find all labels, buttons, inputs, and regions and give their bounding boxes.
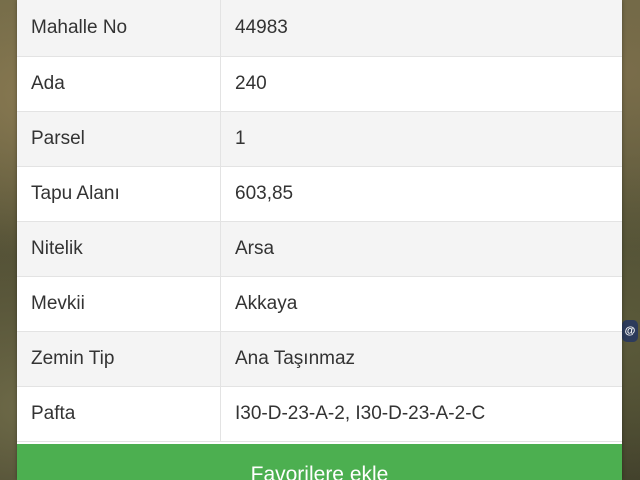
row-label-mahalle-no: Mahalle No	[17, 0, 221, 57]
row-value-mahalle-no: 44983	[220, 0, 622, 57]
table-row: Ada 240	[17, 56, 622, 112]
table-row: Nitelik Arsa	[17, 221, 622, 277]
row-label-pafta: Pafta	[17, 386, 221, 442]
table-row: Pafta I30-D-23-A-2, I30-D-23-A-2-C	[17, 386, 622, 442]
row-value-mevkii: Akkaya	[220, 276, 622, 332]
parcel-info-table: Mahalle No 44983 Ada 240 Parsel 1 Tapu A…	[17, 0, 622, 442]
table-row: Mahalle No 44983	[17, 0, 622, 57]
row-value-pafta: I30-D-23-A-2, I30-D-23-A-2-C	[220, 386, 622, 442]
add-to-favorites-button[interactable]: Favorilere ekle	[17, 444, 622, 480]
row-label-tapu-alani: Tapu Alanı	[17, 166, 221, 222]
row-label-parsel: Parsel	[17, 111, 221, 167]
row-label-mevkii: Mevkii	[17, 276, 221, 332]
parcel-info-panel: Mahalle No 44983 Ada 240 Parsel 1 Tapu A…	[17, 0, 622, 480]
row-label-ada: Ada	[17, 56, 221, 112]
table-row: Parsel 1	[17, 111, 622, 167]
row-value-zemin-tip: Ana Taşınmaz	[220, 331, 622, 387]
row-value-parsel: 1	[220, 111, 622, 167]
table-row: Zemin Tip Ana Taşınmaz	[17, 331, 622, 387]
row-value-nitelik: Arsa	[220, 221, 622, 277]
table-row: Mevkii Akkaya	[17, 276, 622, 332]
row-value-tapu-alani: 603,85	[220, 166, 622, 222]
row-value-ada: 240	[220, 56, 622, 112]
row-label-zemin-tip: Zemin Tip	[17, 331, 221, 387]
row-label-nitelik: Nitelik	[17, 221, 221, 277]
table-row: Tapu Alanı 603,85	[17, 166, 622, 222]
map-control-icon[interactable]: @	[622, 320, 638, 342]
